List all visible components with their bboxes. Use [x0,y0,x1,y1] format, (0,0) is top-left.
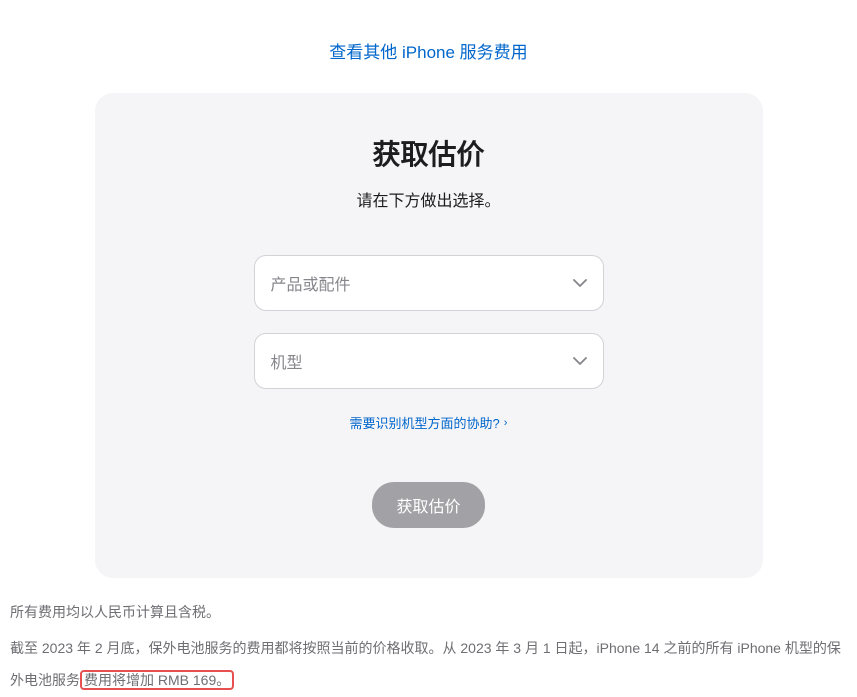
model-select[interactable]: 机型 [254,333,604,389]
product-select[interactable]: 产品或配件 [254,255,604,311]
chevron-right-icon: › [504,417,508,429]
chevron-down-icon [573,352,587,370]
product-select-placeholder: 产品或配件 [271,271,351,295]
help-link-text: 需要识别机型方面的协助? [350,413,500,432]
estimate-card: 获取估价 请在下方做出选择。 产品或配件 机型 需要识别机型方面的协助? › 获… [95,93,763,578]
footer-text: 所有费用均以人民币计算且含税。 截至 2023 年 2 月底，保外电池服务的费用… [0,578,857,697]
card-subtitle: 请在下方做出选择。 [155,187,703,211]
chevron-down-icon [573,274,587,292]
footer-line-2: 截至 2023 年 2 月底，保外电池服务的费用都将按照当前的价格收取。从 20… [10,632,847,696]
other-services-link[interactable]: 查看其他 iPhone 服务费用 [329,43,527,62]
price-increase-highlight: 费用将增加 RMB 169。 [80,670,234,690]
card-title: 获取估价 [155,133,703,173]
footer-line-1: 所有费用均以人民币计算且含税。 [10,596,847,628]
identify-model-help-link[interactable]: 需要识别机型方面的协助? › [350,413,508,432]
model-select-placeholder: 机型 [271,349,303,373]
get-estimate-button[interactable]: 获取估价 [372,482,484,528]
